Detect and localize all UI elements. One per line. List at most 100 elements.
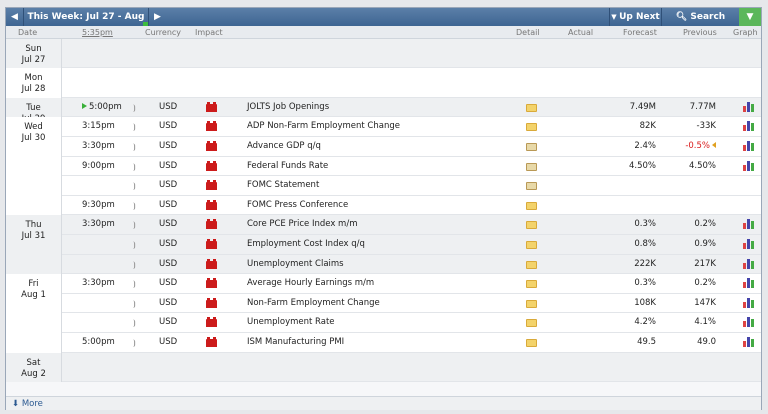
event-time: 3:30pm xyxy=(82,137,115,156)
table-row[interactable]: ⦘ USD Non-Farm Employment Change 108K 147K xyxy=(62,294,761,314)
event-currency: USD xyxy=(159,180,178,191)
col-actual: Actual xyxy=(568,28,594,37)
table-row[interactable]: 3:30pm ⦘ USD Average Hourly Earnings m/m 0.3… xyxy=(62,274,761,294)
next-week-button[interactable]: ▶ xyxy=(149,8,166,26)
high-impact-icon[interactable] xyxy=(206,238,217,249)
high-impact-icon[interactable] xyxy=(206,336,217,347)
detail-folder-icon[interactable] xyxy=(526,240,537,249)
event-title[interactable]: Employment Cost Index q/q xyxy=(247,235,365,254)
event-title[interactable]: Unemployment Rate xyxy=(247,313,335,332)
day-label: Thu Jul 31 xyxy=(6,215,62,275)
event-title[interactable]: Non-Farm Employment Change xyxy=(247,294,380,313)
event-title[interactable]: Unemployment Claims xyxy=(247,255,344,274)
bar-graph-icon[interactable] xyxy=(743,160,755,171)
table-row[interactable]: 3:15pm ⦘ USD ADP Non-Farm Employment Change… xyxy=(62,117,761,137)
event-title[interactable]: JOLTS Job Openings xyxy=(247,98,329,117)
day-date: Aug 2 xyxy=(21,368,46,379)
event-previous: 0.9% xyxy=(662,235,716,254)
bar-graph-icon[interactable] xyxy=(743,238,755,249)
event-currency: USD xyxy=(159,160,178,171)
day-name: Fri xyxy=(28,279,39,290)
graph-bar xyxy=(743,340,746,347)
event-forecast xyxy=(576,196,656,215)
high-impact-icon[interactable] xyxy=(206,258,217,269)
detail-folder-icon[interactable] xyxy=(526,299,537,308)
bar-graph-icon[interactable] xyxy=(743,297,755,308)
event-forecast: 2.4% xyxy=(634,140,656,151)
detail-folder-icon[interactable] xyxy=(526,103,537,112)
graph-bar xyxy=(747,219,750,230)
table-row[interactable]: 3:30pm ⦘ USD Advance GDP q/q 2.4% -0.5% xyxy=(62,137,761,157)
high-impact-icon[interactable] xyxy=(206,278,217,289)
bar-graph-icon[interactable] xyxy=(743,121,755,132)
detail-folder-icon[interactable] xyxy=(526,221,537,230)
table-row[interactable]: 5:00pm ⦘ USD ISM Manufacturing PMI 49.5 49.0 xyxy=(62,333,761,353)
week-title: This Week: Jul 27 - Aug 2 xyxy=(23,8,149,40)
bar-graph-icon[interactable] xyxy=(743,336,755,347)
bar-graph-icon[interactable] xyxy=(743,101,755,112)
detail-folder-icon[interactable] xyxy=(526,280,537,289)
detail-folder-icon[interactable] xyxy=(526,182,537,191)
graph-bar xyxy=(747,140,750,151)
event-title[interactable]: Average Hourly Earnings m/m xyxy=(247,274,374,293)
high-impact-icon[interactable] xyxy=(206,219,217,230)
table-row[interactable]: ⦘ USD Unemployment Claims 222K 217K xyxy=(62,255,761,275)
event-previous: 147K xyxy=(662,294,716,313)
volatility-icon: ⦘ xyxy=(133,259,136,269)
event-forecast: 7.49M xyxy=(629,101,656,112)
event-title[interactable]: FOMC Press Conference xyxy=(247,196,348,215)
high-impact-icon[interactable] xyxy=(206,140,217,151)
prev-week-button[interactable]: ◀ xyxy=(6,8,23,26)
up-next-button[interactable]: ▼ Up Next xyxy=(609,8,661,26)
bar-graph-icon[interactable] xyxy=(743,317,755,328)
detail-folder-icon[interactable] xyxy=(526,260,537,269)
event-time-label: 9:00pm xyxy=(82,160,115,171)
event-time: 9:00pm xyxy=(82,157,115,176)
event-title[interactable]: FOMC Statement xyxy=(247,176,319,195)
search-events-button[interactable]: 🔍︎ Search Events xyxy=(661,8,739,40)
event-title[interactable]: Core PCE Price Index m/m xyxy=(247,215,357,234)
detail-folder-icon[interactable] xyxy=(526,319,537,328)
table-row[interactable]: 9:30pm ⦘ USD FOMC Press Conference xyxy=(62,196,761,216)
table-row[interactable]: ⦘ USD FOMC Statement xyxy=(62,176,761,196)
col-detail: Detail xyxy=(516,28,540,37)
day-label: Wed Jul 30 xyxy=(6,117,62,216)
filter-button[interactable]: ▼ xyxy=(739,8,761,26)
bar-graph-icon[interactable] xyxy=(743,278,755,289)
high-impact-icon[interactable] xyxy=(206,297,217,308)
volatility-icon: ⦘ xyxy=(133,318,136,328)
event-title[interactable]: Advance GDP q/q xyxy=(247,137,321,156)
high-impact-icon[interactable] xyxy=(206,199,217,210)
high-impact-icon[interactable] xyxy=(206,160,217,171)
bar-graph-icon[interactable] xyxy=(743,219,755,230)
detail-folder-icon[interactable] xyxy=(526,123,537,132)
high-impact-icon[interactable] xyxy=(206,180,217,191)
day-name: Mon xyxy=(24,73,43,84)
day-group: Wed Jul 30 3:15pm ⦘ USD ADP Non-Farm Employme… xyxy=(6,117,761,216)
table-row[interactable]: 3:30pm ⦘ USD Core PCE Price Index m/m 0.3% 0.… xyxy=(62,215,761,235)
bar-graph-icon[interactable] xyxy=(743,140,755,151)
event-time-label: 3:30pm xyxy=(82,219,115,230)
graph-bar xyxy=(751,280,754,289)
event-title[interactable]: ADP Non-Farm Employment Change xyxy=(247,117,400,136)
bar-graph-icon[interactable] xyxy=(743,258,755,269)
more-button[interactable]: ⬇ More xyxy=(6,396,761,410)
event-title[interactable]: ISM Manufacturing PMI xyxy=(247,333,344,352)
table-row[interactable]: 5:00pm ⦘ USD JOLTS Job Openings 7.49M 7.77M xyxy=(62,98,761,118)
col-time[interactable]: 5:35pm xyxy=(82,26,113,39)
event-previous: 0.2% xyxy=(662,274,716,293)
table-row[interactable]: 9:00pm ⦘ USD Federal Funds Rate 4.50% 4.50% xyxy=(62,157,761,177)
day-label: Sun Jul 27 xyxy=(6,39,62,69)
high-impact-icon[interactable] xyxy=(206,101,217,112)
table-row[interactable]: ⦘ USD Employment Cost Index q/q 0.8% 0.9% xyxy=(62,235,761,255)
day-date: Jul 27 xyxy=(21,55,46,65)
event-forecast: 222K xyxy=(634,258,656,269)
event-title[interactable]: Federal Funds Rate xyxy=(247,157,328,176)
detail-folder-icon[interactable] xyxy=(526,338,537,347)
high-impact-icon[interactable] xyxy=(206,121,217,132)
high-impact-icon[interactable] xyxy=(206,317,217,328)
detail-folder-icon[interactable] xyxy=(526,142,537,151)
table-row[interactable]: ⦘ USD Unemployment Rate 4.2% 4.1% xyxy=(62,313,761,333)
detail-folder-icon[interactable] xyxy=(526,201,537,210)
detail-folder-icon[interactable] xyxy=(526,162,537,171)
